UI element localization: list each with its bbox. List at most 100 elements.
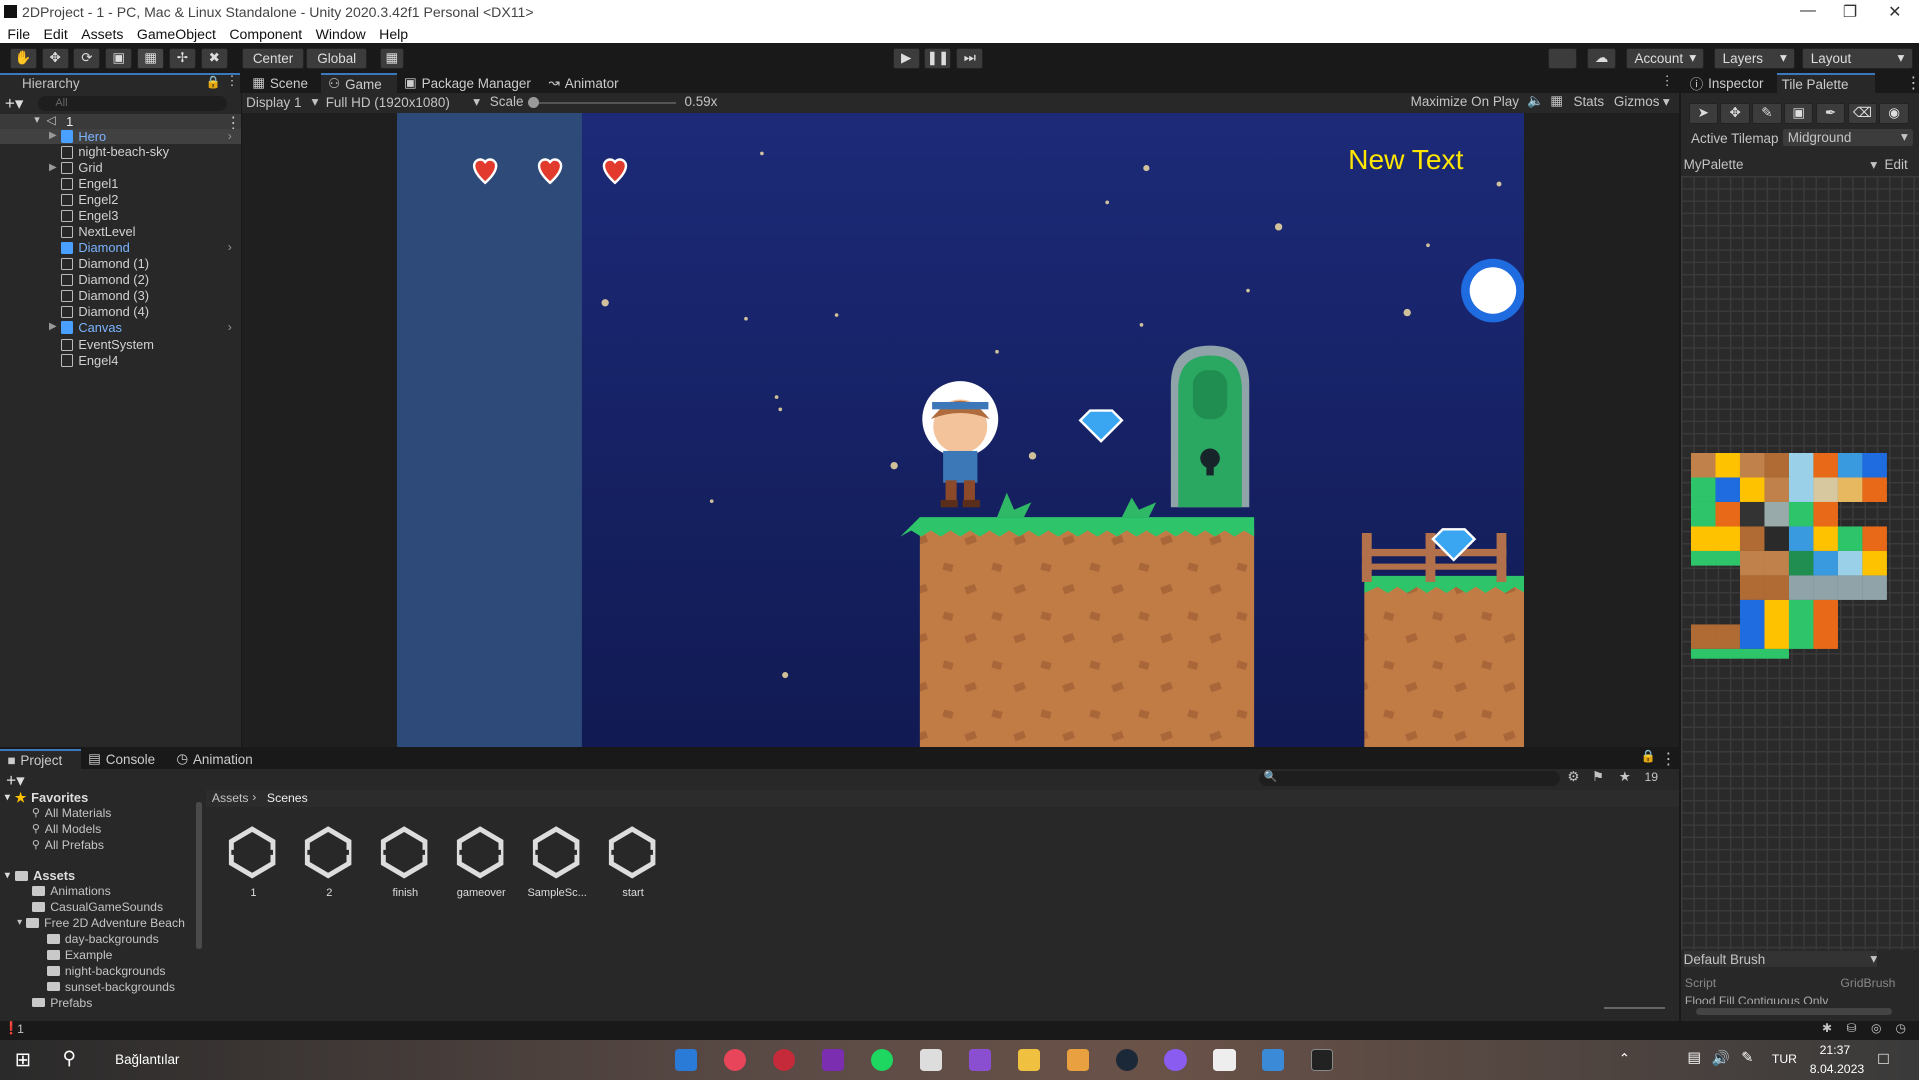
- unity-scene-icon[interactable]: [528, 823, 584, 879]
- restore-icon[interactable]: ❐: [1843, 2, 1857, 22]
- hierarchy-item[interactable]: Diamond (4): [61, 304, 149, 320]
- spotify-icon[interactable]: [870, 1049, 893, 1072]
- more-icon[interactable]: ⋮: [225, 73, 238, 89]
- auto-refresh-icon[interactable]: ◷: [1896, 1021, 1907, 1035]
- eraser-icon[interactable]: ⌫: [1847, 102, 1878, 124]
- rotate-tool-icon[interactable]: ⟳: [73, 47, 101, 69]
- menu-edit[interactable]: Edit: [43, 26, 67, 42]
- vscode-icon[interactable]: [674, 1049, 697, 1072]
- mute-audio-icon[interactable]: 🔈: [1527, 93, 1544, 109]
- language-indicator[interactable]: TUR: [1772, 1052, 1797, 1066]
- lock-icon[interactable]: 🔒: [1641, 749, 1656, 763]
- select-tool-icon[interactable]: ➤: [1688, 102, 1718, 124]
- tab-scene[interactable]: ▦ Scene: [247, 73, 320, 93]
- hierarchy-item[interactable]: Canvas: [61, 320, 122, 336]
- hand-tool-icon[interactable]: ✋: [9, 47, 37, 69]
- palette-dropdown[interactable]: MyPalette ▾: [1684, 157, 1877, 173]
- expand-arrow-icon[interactable]: ▶: [49, 130, 57, 141]
- expand-arrow-icon[interactable]: ▶: [49, 162, 57, 173]
- chevron-right-icon[interactable]: ›: [228, 320, 232, 334]
- favorite-star-icon[interactable]: ★: [1619, 769, 1631, 785]
- folder-item[interactable]: CasualGameSounds: [31, 900, 163, 914]
- pen-icon[interactable]: ✎: [1741, 1049, 1753, 1066]
- folder-item[interactable]: night-backgrounds: [46, 964, 166, 978]
- hierarchy-item[interactable]: Engel4: [61, 353, 118, 369]
- hierarchy-item[interactable]: EventSystem: [61, 337, 154, 353]
- unity-hub-icon[interactable]: [919, 1049, 942, 1072]
- tile-palette-grid[interactable]: [1681, 176, 1919, 951]
- account-dropdown[interactable]: Account ▾: [1626, 47, 1705, 69]
- favorite-item[interactable]: ⚲ All Materials: [32, 806, 112, 820]
- filter-label-icon[interactable]: ⚑: [1592, 769, 1604, 785]
- edit-palette-button[interactable]: Edit: [1885, 157, 1908, 172]
- box-fill-icon[interactable]: ▣: [1784, 102, 1814, 124]
- transform-tool-icon[interactable]: ✢: [168, 47, 196, 69]
- hierarchy-item[interactable]: NextLevel: [61, 224, 135, 240]
- stats-toggle[interactable]: Stats: [1573, 94, 1604, 109]
- cache-icon[interactable]: ⛁: [1847, 1021, 1857, 1035]
- pivot-center-button[interactable]: Center: [242, 47, 304, 69]
- minimize-icon[interactable]: —: [1800, 2, 1816, 20]
- file-explorer-icon[interactable]: [1017, 1049, 1040, 1072]
- horizontal-scrollbar[interactable]: [1695, 1007, 1892, 1016]
- tab-animator[interactable]: ↝ Animator: [546, 73, 632, 93]
- layers-dropdown[interactable]: Layers ▾: [1714, 47, 1796, 69]
- assets-header[interactable]: ▾ Assets: [5, 868, 75, 883]
- more-icon[interactable]: ⋮: [1660, 749, 1676, 769]
- github-desktop-icon[interactable]: [1164, 1049, 1187, 1072]
- more-icon[interactable]: ⋮: [1905, 73, 1919, 93]
- windows-start-icon[interactable]: ⊞: [15, 1048, 31, 1072]
- tab-game[interactable]: ⚇ Game: [320, 73, 397, 94]
- search-icon[interactable]: ⚲: [62, 1047, 75, 1069]
- hierarchy-item[interactable]: Hero: [61, 129, 106, 145]
- tab-hierarchy[interactable]: Hierarchy: [0, 73, 240, 94]
- maximize-on-play-toggle[interactable]: Maximize On Play: [1411, 94, 1519, 109]
- menu-assets[interactable]: Assets: [81, 26, 123, 42]
- scene-row[interactable]: ▾ ◁ 1 ⋮: [0, 113, 242, 132]
- clock-time[interactable]: 21:37: [1820, 1043, 1851, 1057]
- hierarchy-item[interactable]: Diamond (3): [61, 288, 149, 304]
- picker-icon[interactable]: ✒: [1815, 102, 1846, 124]
- scale-tool-icon[interactable]: ▣: [105, 47, 133, 69]
- chevron-down-icon[interactable]: ▾: [1663, 94, 1670, 110]
- menu-window[interactable]: Window: [316, 26, 366, 42]
- unity-scene-icon[interactable]: [604, 823, 660, 879]
- layout-dropdown[interactable]: Layout ▾: [1802, 47, 1913, 69]
- fill-bucket-icon[interactable]: ◉: [1879, 102, 1909, 124]
- hierarchy-item[interactable]: Grid: [61, 160, 103, 176]
- onenote-icon[interactable]: [821, 1049, 844, 1072]
- tab-tile-palette[interactable]: Tile Palette: [1776, 73, 1875, 94]
- opera-icon[interactable]: [772, 1049, 795, 1072]
- close-icon[interactable]: ✕: [1888, 2, 1901, 22]
- tab-animation[interactable]: ◷ Animation: [176, 749, 264, 769]
- lock-icon[interactable]: 🔒: [206, 75, 221, 89]
- debug-icon[interactable]: ✱: [1822, 1021, 1832, 1035]
- grid-snap-icon[interactable]: ▦: [379, 47, 405, 69]
- menu-gameobject[interactable]: GameObject: [137, 26, 216, 42]
- tab-inspector[interactable]: ⓘ Inspector: [1685, 73, 1776, 93]
- folder-item[interactable]: day-backgrounds: [46, 932, 159, 946]
- folder-item[interactable]: sunset-backgrounds: [46, 980, 175, 994]
- hierarchy-item[interactable]: Engel1: [61, 176, 118, 192]
- tab-console[interactable]: ▤ Console: [88, 749, 169, 769]
- tab-package-manager[interactable]: ▣ Package Manager: [402, 73, 544, 93]
- tab-project[interactable]: ■ Project: [0, 749, 81, 769]
- unity-icon[interactable]: [1213, 1049, 1236, 1072]
- scale-slider-handle[interactable]: [527, 96, 539, 108]
- tree-scrollbar[interactable]: [195, 802, 203, 949]
- gizmos-dropdown[interactable]: Gizmos: [1614, 94, 1660, 109]
- menu-help[interactable]: Help: [379, 26, 408, 42]
- folder-item[interactable]: Prefabs: [31, 996, 92, 1010]
- move-tool-icon[interactable]: ✥: [1720, 102, 1750, 124]
- move-tool-icon[interactable]: ✥: [41, 47, 69, 69]
- hierarchy-item[interactable]: Engel3: [61, 208, 118, 224]
- taskbar-widget-label[interactable]: Bağlantılar: [115, 1052, 179, 1067]
- expand-icon[interactable]: ▾: [34, 113, 40, 126]
- chevron-right-icon[interactable]: ›: [228, 129, 232, 143]
- folder-item[interactable]: Example: [46, 948, 112, 962]
- active-tilemap-dropdown[interactable]: Midground ▾: [1782, 128, 1913, 146]
- filter-type-icon[interactable]: ⚙: [1567, 769, 1579, 785]
- unity-scene-icon[interactable]: [224, 823, 280, 879]
- breadcrumb-scenes[interactable]: Scenes: [267, 791, 308, 805]
- folder-item[interactable]: Animations: [31, 884, 111, 898]
